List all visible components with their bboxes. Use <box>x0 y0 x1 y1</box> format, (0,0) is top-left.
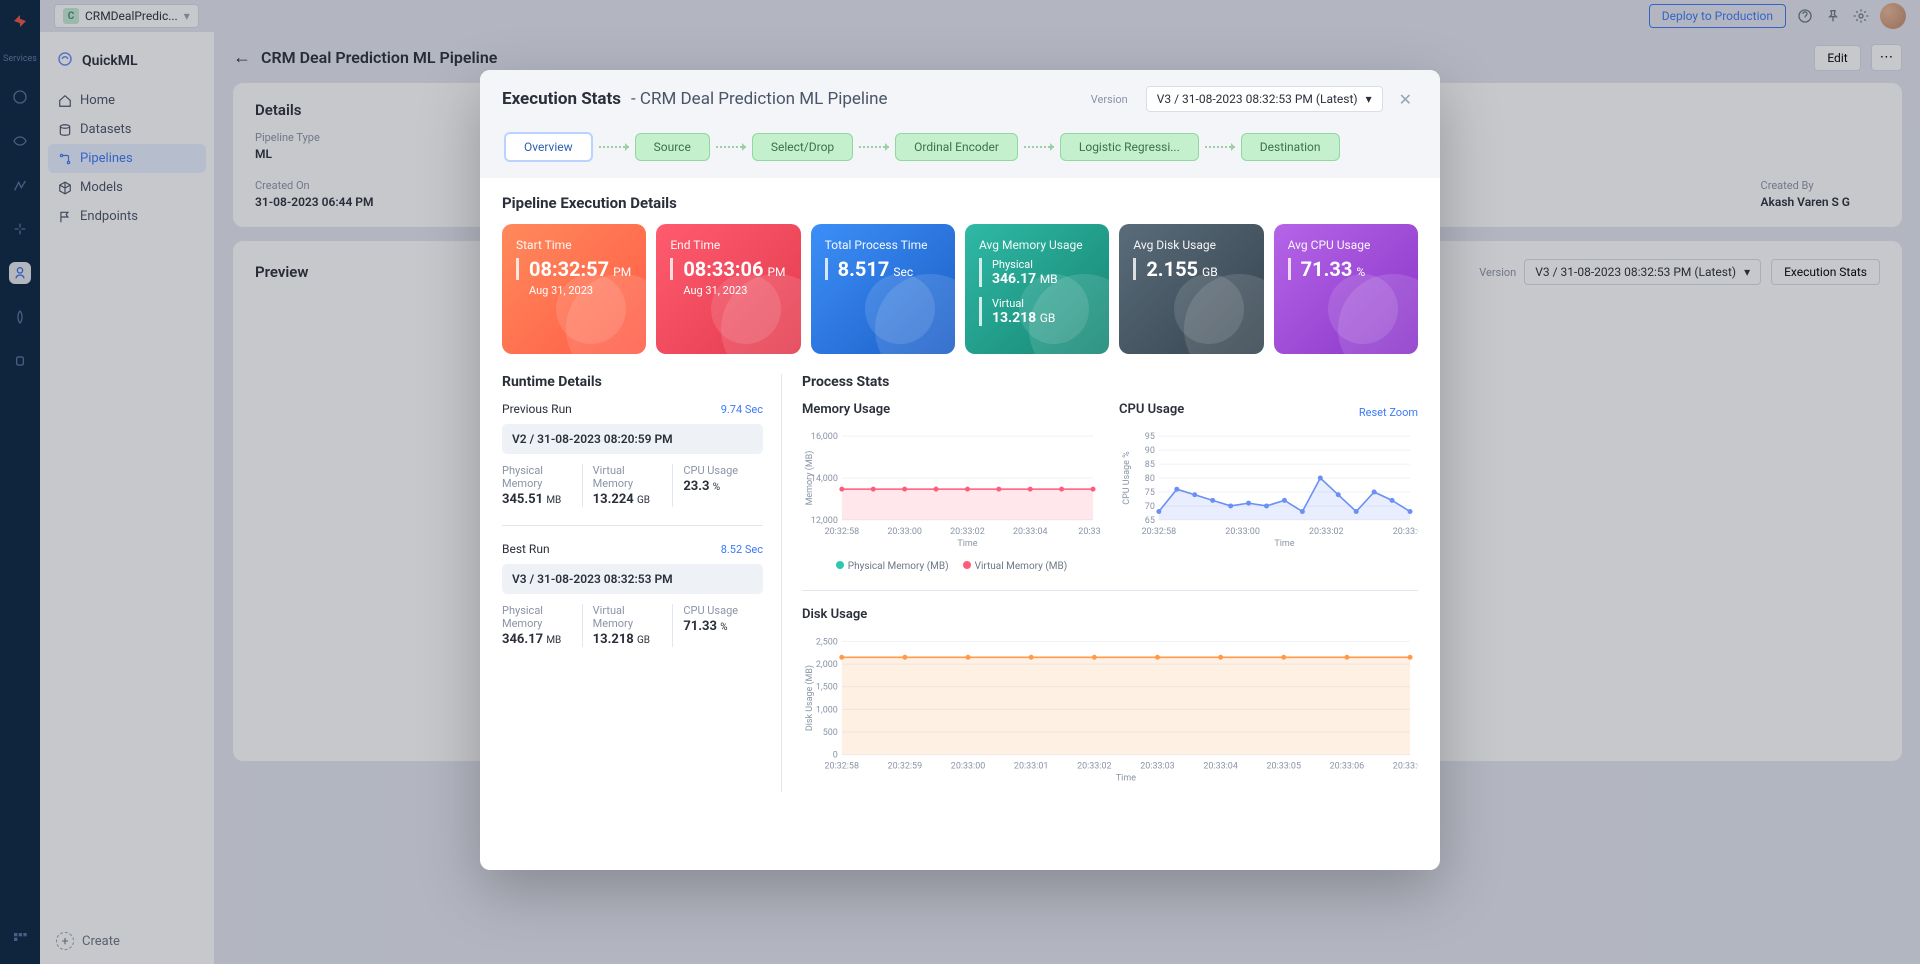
svg-text:2,500: 2,500 <box>816 637 838 647</box>
chart-memory: Memory Usage 12,00014,00016,00020:32:582… <box>802 402 1101 572</box>
step-destination[interactable]: Destination <box>1241 133 1340 161</box>
svg-text:20:33:01: 20:33:01 <box>1014 762 1048 772</box>
process-stats: Process Stats Memory Usage 12,00014,0001… <box>802 374 1418 792</box>
svg-text:65: 65 <box>1145 516 1155 526</box>
svg-text:20:33:04: 20:33:04 <box>1203 762 1237 772</box>
chart-disk: Disk Usage 05001,0001,5002,0002,50020:32… <box>802 590 1418 792</box>
svg-text:Disk Usage (MB): Disk Usage (MB) <box>804 665 815 731</box>
close-icon[interactable]: ✕ <box>1393 88 1418 111</box>
svg-text:90: 90 <box>1145 446 1155 456</box>
svg-text:Time: Time <box>957 539 977 549</box>
card-disk: Avg Disk Usage 2.155GB <box>1119 224 1263 354</box>
step-select[interactable]: Select/Drop <box>752 133 853 161</box>
svg-text:20:33...: 20:33... <box>1078 527 1101 537</box>
arrow-icon <box>1024 146 1054 148</box>
svg-text:Memory (MB): Memory (MB) <box>804 451 815 506</box>
step-logistic[interactable]: Logistic Regressi... <box>1060 133 1199 161</box>
step-overview[interactable]: Overview <box>504 132 593 162</box>
step-source[interactable]: Source <box>635 133 710 161</box>
chart-cpu: CPU Usage Reset Zoom 6570758085909520:32… <box>1119 402 1418 572</box>
svg-text:16,000: 16,000 <box>811 432 838 442</box>
svg-text:70: 70 <box>1145 502 1155 512</box>
svg-text:20:33:04: 20:33:04 <box>1393 527 1418 537</box>
svg-text:20:32:58: 20:32:58 <box>825 527 860 537</box>
arrow-icon <box>1205 146 1235 148</box>
svg-text:2,000: 2,000 <box>816 660 838 670</box>
svg-text:20:33:02: 20:33:02 <box>950 527 985 537</box>
chevron-down-icon: ▾ <box>1366 92 1372 106</box>
svg-text:95: 95 <box>1145 432 1155 442</box>
execution-stats-modal: Execution Stats - CRM Deal Prediction ML… <box>480 70 1440 870</box>
step-encoder[interactable]: Ordinal Encoder <box>895 133 1018 161</box>
svg-text:500: 500 <box>823 728 838 738</box>
runtime-details: Runtime Details Previous Run9.74 Sec V2 … <box>502 374 782 792</box>
svg-text:1,500: 1,500 <box>816 683 838 693</box>
svg-text:Time: Time <box>1116 774 1136 784</box>
arrow-icon <box>716 146 746 148</box>
svg-text:20:33:03: 20:33:03 <box>1140 762 1174 772</box>
pipe-exec-title: Pipeline Execution Details <box>502 194 1418 212</box>
svg-text:20:33:06: 20:33:06 <box>1330 762 1364 772</box>
card-cpu: Avg CPU Usage 71.33% <box>1274 224 1418 354</box>
metric-cards: Start Time 08:32:57PM Aug 31, 2023 End T… <box>502 224 1418 354</box>
svg-text:0: 0 <box>833 751 838 761</box>
card-memory: Avg Memory Usage Physical 346.17 MB Virt… <box>965 224 1109 354</box>
svg-text:Time: Time <box>1274 539 1294 549</box>
reset-zoom-link[interactable]: Reset Zoom <box>1359 406 1418 419</box>
svg-text:20:33:04: 20:33:04 <box>1013 527 1048 537</box>
svg-text:85: 85 <box>1145 460 1155 470</box>
card-end-time: End Time 08:33:06PM Aug 31, 2023 <box>656 224 800 354</box>
card-process-time: Total Process Time 8.517Sec <box>811 224 955 354</box>
svg-text:20:33:05: 20:33:05 <box>1267 762 1301 772</box>
svg-text:20:32:58: 20:32:58 <box>825 762 859 772</box>
svg-text:20:32:59: 20:32:59 <box>888 762 922 772</box>
arrow-icon <box>599 146 629 148</box>
svg-text:20:33:02: 20:33:02 <box>1309 527 1344 537</box>
svg-text:20:32:58: 20:32:58 <box>1142 527 1177 537</box>
svg-text:80: 80 <box>1145 474 1155 484</box>
svg-text:20:33:02: 20:33:02 <box>1077 762 1111 772</box>
svg-text:CPU Usage %: CPU Usage % <box>1122 451 1132 505</box>
pipeline-steps: Overview Source Select/Drop Ordinal Enco… <box>502 126 1418 168</box>
modal-title: Execution Stats <box>502 89 621 109</box>
best-run-block: Best Run8.52 Sec V3 / 31-08-2023 08:32:5… <box>502 542 763 647</box>
card-start-time: Start Time 08:32:57PM Aug 31, 2023 <box>502 224 646 354</box>
svg-text:20:33:00: 20:33:00 <box>1225 527 1260 537</box>
svg-text:20:33:07: 20:33:07 <box>1393 762 1418 772</box>
svg-text:1,000: 1,000 <box>816 705 838 715</box>
svg-text:20:33:00: 20:33:00 <box>887 527 922 537</box>
svg-text:20:33:00: 20:33:00 <box>951 762 985 772</box>
modal-version-select[interactable]: V3 / 31-08-2023 08:32:53 PM (Latest)▾ <box>1146 86 1383 112</box>
svg-text:12,000: 12,000 <box>811 516 838 526</box>
svg-text:75: 75 <box>1145 488 1155 498</box>
previous-run-block: Previous Run9.74 Sec V2 / 31-08-2023 08:… <box>502 402 763 507</box>
arrow-icon <box>859 146 889 148</box>
